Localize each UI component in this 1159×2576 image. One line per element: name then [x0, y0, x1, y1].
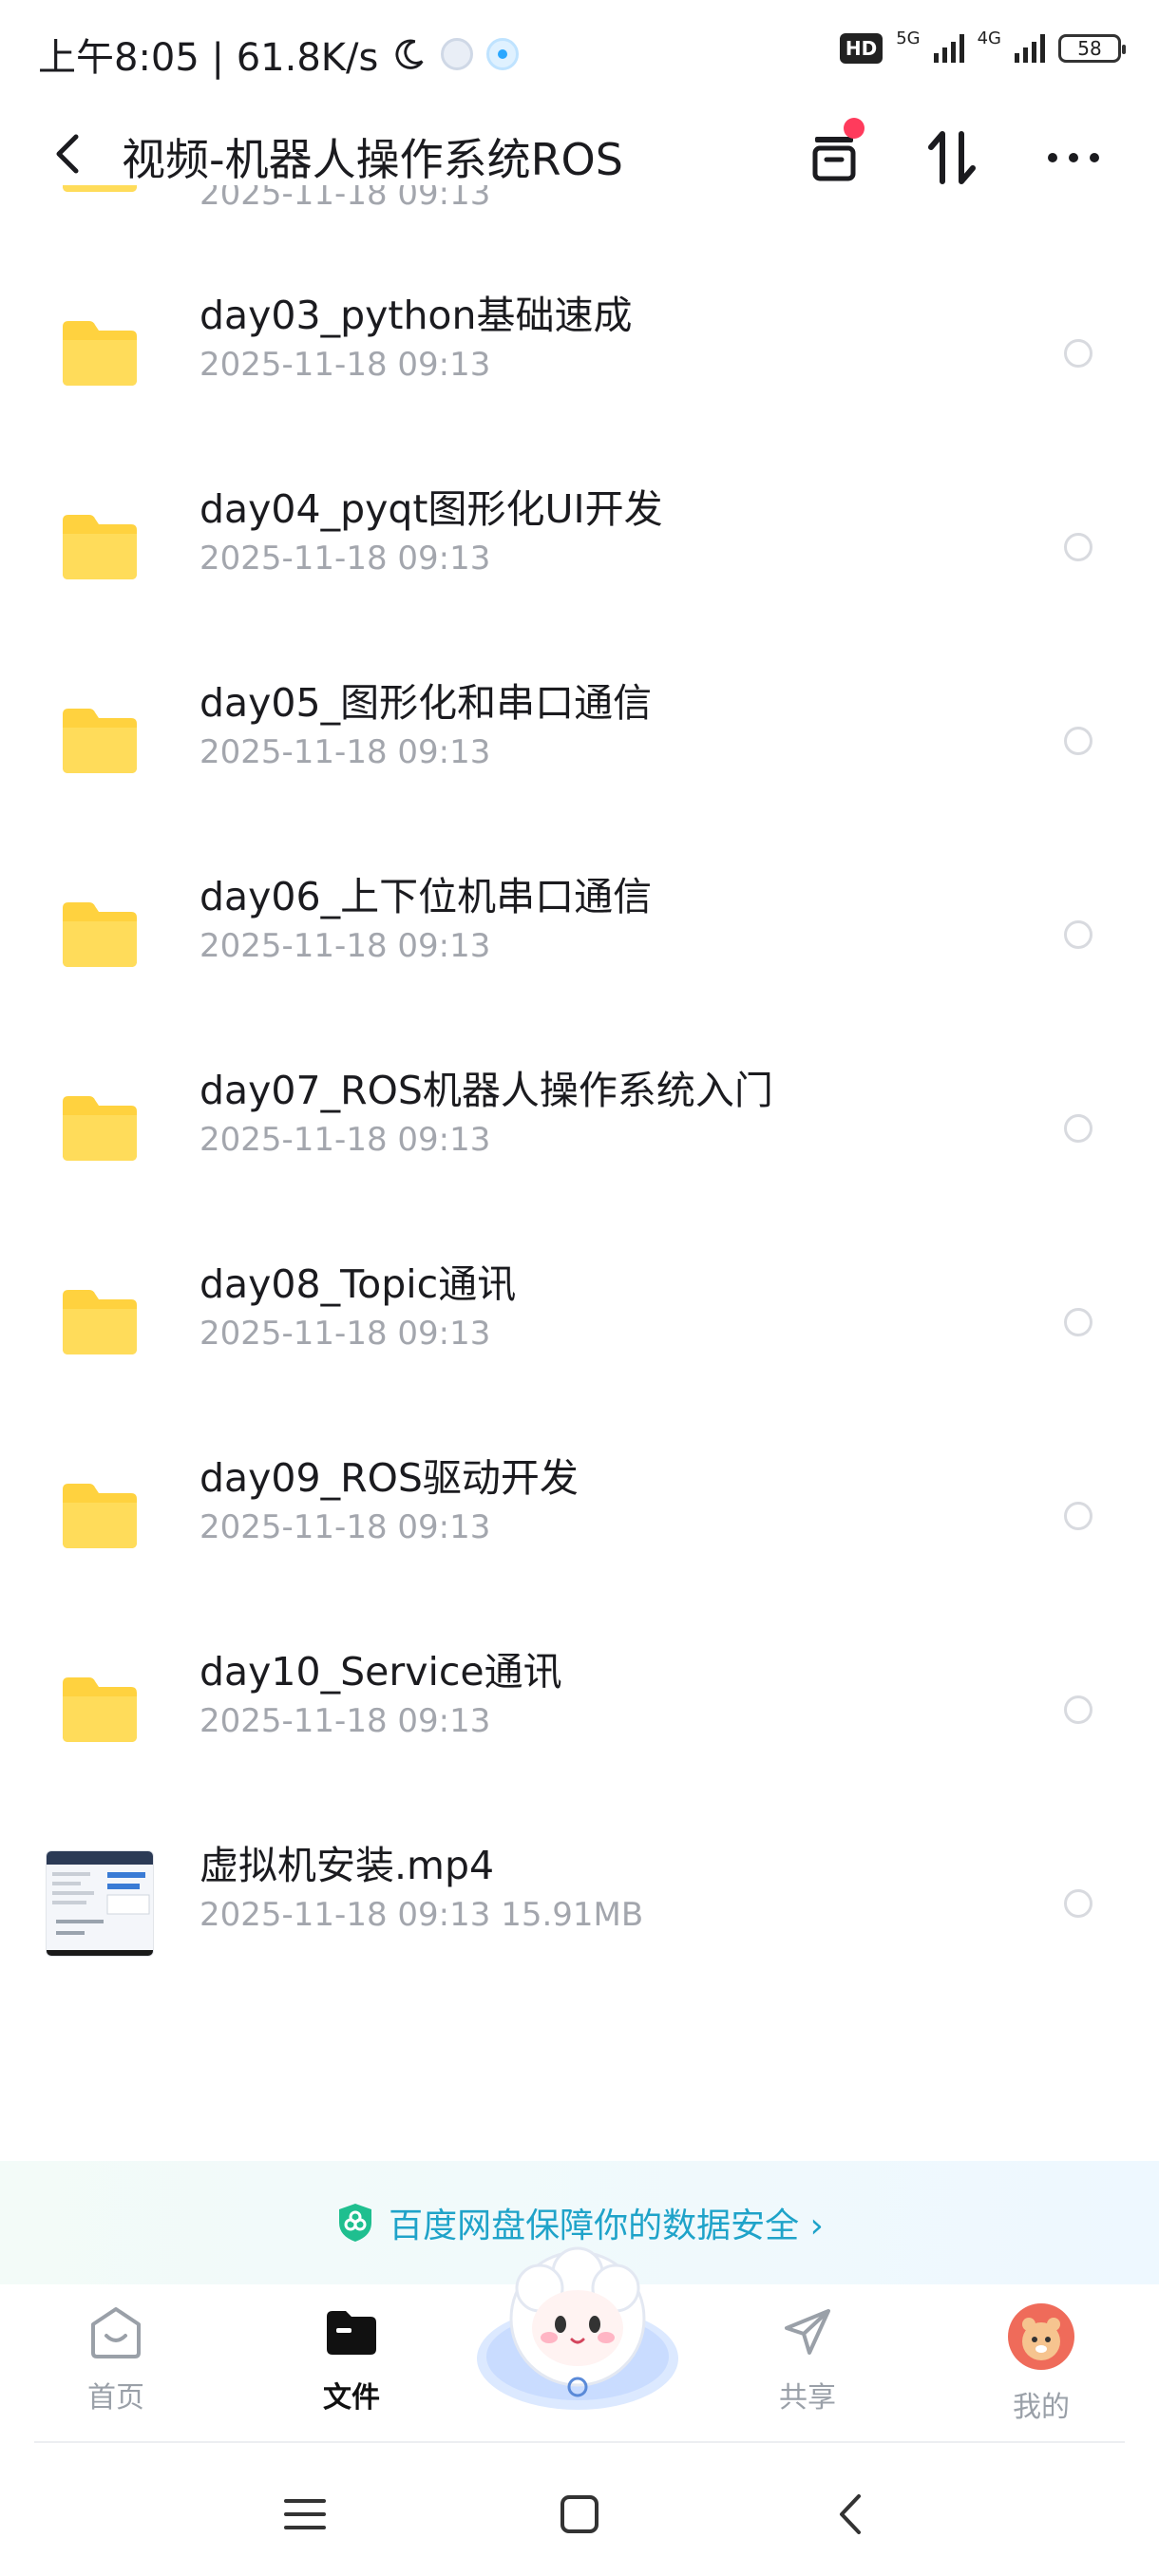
file-meta: 2025-11-18 09:13	[200, 927, 491, 965]
moon-icon	[395, 39, 424, 69]
folder-icon	[63, 709, 137, 773]
select-checkbox[interactable]	[1064, 1695, 1092, 1724]
list-item[interactable]: day04_pyqt图形化UI开发 2025-11-18 09:13	[0, 450, 1159, 644]
nav-mine-label: 我的	[1013, 2391, 1070, 2424]
file-name: day09_ROS驱动开发	[200, 1455, 579, 1501]
file-meta: 2025-11-18 09:13	[200, 1508, 491, 1546]
status-bar: 上午8:05 | 61.8K/s HD 5G 4G 58	[0, 0, 1159, 106]
battery-level: 58	[1077, 36, 1102, 60]
select-checkbox[interactable]	[1064, 1502, 1092, 1530]
select-checkbox[interactable]	[1064, 1308, 1092, 1336]
home-icon	[91, 2307, 141, 2358]
recent-apps-button[interactable]	[272, 2481, 338, 2548]
file-meta: 2025-11-18 09:13	[200, 540, 491, 578]
file-name: day05_图形化和串口通信	[200, 680, 653, 726]
home-button[interactable]	[546, 2481, 613, 2548]
folder-icon	[63, 321, 137, 386]
net-4g-label: 4G	[977, 28, 1001, 48]
mascot-icon[interactable]	[473, 2235, 682, 2415]
file-list: 2025-11-18 09:13 day03_python基础速成 2025-1…	[0, 185, 1159, 1971]
select-checkbox[interactable]	[1064, 1114, 1092, 1143]
transfer-list-button[interactable]	[796, 118, 872, 196]
status-right: HD 5G 4G 58	[839, 28, 1126, 67]
nav-files-label: 文件	[323, 2381, 380, 2415]
nav-home-label: 首页	[87, 2381, 144, 2415]
more-button[interactable]	[1036, 120, 1112, 196]
nav-mine[interactable]: 我的	[975, 2303, 1108, 2427]
file-name: day08_Topic通讯	[200, 1261, 517, 1307]
folder-icon	[63, 1096, 137, 1161]
avatar-image	[1022, 2318, 1060, 2360]
file-name: day03_python基础速成	[200, 293, 633, 338]
nav-share[interactable]: 共享	[741, 2303, 874, 2427]
hd-badge: HD	[839, 32, 884, 64]
video-thumbnail	[46, 1850, 154, 1957]
select-checkbox[interactable]	[1064, 533, 1092, 561]
signal-5g-icon	[933, 33, 964, 63]
video-preview-icon	[47, 1851, 153, 1956]
file-meta: 2025-11-18 09:13	[200, 185, 491, 213]
more-dots-icon	[1048, 153, 1099, 162]
folder-icon	[63, 902, 137, 967]
bottom-nav: 首页 文件 共享 我的	[0, 2246, 1159, 2441]
folder-icon	[63, 1677, 137, 1742]
list-item[interactable]: day09_ROS驱动开发 2025-11-18 09:13	[0, 1419, 1159, 1613]
file-meta: 2025-11-18 09:13	[200, 733, 491, 771]
back-icon[interactable]	[48, 131, 89, 177]
nav-files[interactable]: 文件	[285, 2303, 418, 2427]
list-item[interactable]: day10_Service通讯 2025-11-18 09:13	[0, 1613, 1159, 1807]
file-name: day07_ROS机器人操作系统入门	[200, 1068, 773, 1113]
select-checkbox[interactable]	[1064, 920, 1092, 949]
system-back-button[interactable]	[817, 2481, 884, 2548]
file-name: day10_Service通讯	[200, 1649, 562, 1695]
app-notification-icon	[441, 38, 474, 70]
folder-icon	[63, 1484, 137, 1548]
file-name: day04_pyqt图形化UI开发	[200, 486, 663, 532]
file-name: day06_上下位机串口通信	[200, 874, 653, 919]
file-meta: 2025-11-18 09:13	[200, 1702, 491, 1740]
status-left: 上午8:05 | 61.8K/s	[38, 27, 520, 82]
list-item[interactable]: day07_ROS机器人操作系统入门 2025-11-18 09:13	[0, 1032, 1159, 1225]
list-item[interactable]: 虚拟机安装.mp4 2025-11-18 09:13 15.91MB	[0, 1807, 1159, 1971]
upload-notification-icon	[486, 38, 520, 70]
notification-dot	[844, 118, 864, 139]
folder-icon	[327, 2311, 376, 2355]
status-time-speed: 上午8:05 | 61.8K/s	[38, 36, 379, 80]
file-meta: 2025-11-18 09:13 15.91MB	[200, 1896, 644, 1934]
shield-icon	[339, 2204, 372, 2242]
sort-icon	[928, 131, 976, 184]
nav-share-label: 共享	[779, 2381, 836, 2415]
square-icon	[560, 2495, 598, 2533]
chevron-left-icon	[840, 2494, 861, 2534]
select-checkbox[interactable]	[1064, 1889, 1092, 1918]
list-item[interactable]: 2025-11-18 09:13	[0, 185, 1159, 256]
page-title: 视频-机器人操作系统ROS	[122, 134, 623, 185]
net-5g-label: 5G	[896, 28, 921, 48]
list-item[interactable]: day03_python基础速成 2025-11-18 09:13	[0, 256, 1159, 450]
avatar	[1008, 2303, 1074, 2370]
menu-icon	[284, 2499, 326, 2529]
select-checkbox[interactable]	[1064, 339, 1092, 368]
list-item[interactable]: day08_Topic通讯 2025-11-18 09:13	[0, 1225, 1159, 1419]
file-name: 虚拟机安装.mp4	[200, 1843, 495, 1888]
list-item[interactable]: day06_上下位机串口通信 2025-11-18 09:13	[0, 838, 1159, 1032]
folder-icon	[63, 185, 137, 192]
folder-icon	[63, 515, 137, 579]
file-meta: 2025-11-18 09:13	[200, 1121, 491, 1159]
select-checkbox[interactable]	[1064, 727, 1092, 755]
signal-4g-icon	[1015, 33, 1045, 63]
file-meta: 2025-11-18 09:13	[200, 346, 491, 384]
battery-icon: 58	[1058, 33, 1126, 63]
sort-button[interactable]	[914, 120, 990, 196]
folder-icon	[63, 1290, 137, 1354]
list-item[interactable]: day05_图形化和串口通信 2025-11-18 09:13	[0, 644, 1159, 838]
file-meta: 2025-11-18 09:13	[200, 1315, 491, 1353]
system-nav-bar	[0, 2443, 1159, 2576]
paper-plane-icon	[785, 2309, 830, 2355]
nav-home[interactable]: 首页	[49, 2303, 182, 2427]
